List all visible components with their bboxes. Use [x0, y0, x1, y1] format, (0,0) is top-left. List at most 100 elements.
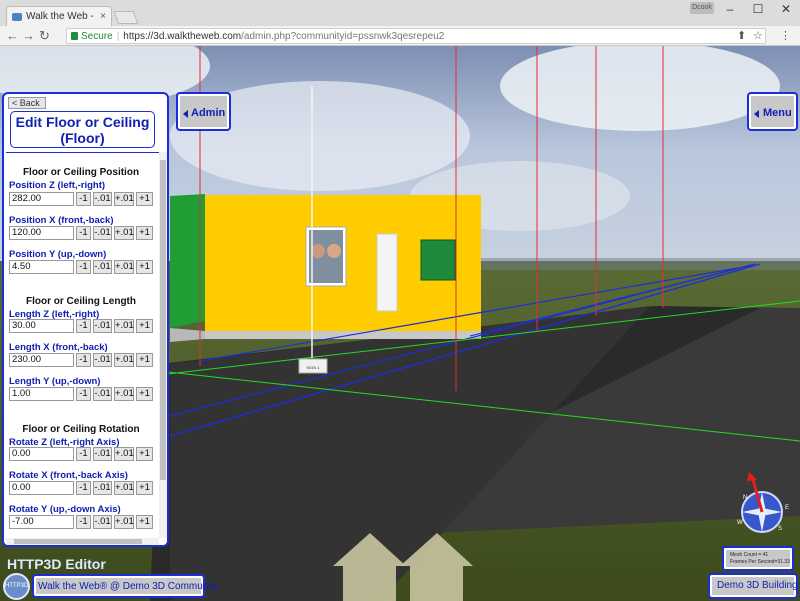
editor-title: HTTP3D Editor: [7, 556, 106, 572]
increment-1-button[interactable]: +1: [136, 515, 153, 529]
picture-face: [311, 244, 325, 258]
admin-button[interactable]: Admin: [176, 92, 231, 131]
decrement-1-button[interactable]: -1: [76, 260, 91, 274]
rotate-y-input[interactable]: -7.00: [9, 515, 74, 529]
url-separator: |: [116, 30, 120, 42]
url-path: /admin.php?communityid=pssnwk3qesrepeu2: [241, 30, 445, 42]
position-y-input[interactable]: 4.50: [9, 260, 74, 274]
position-z-input[interactable]: 282.00: [9, 192, 74, 206]
decrement-001-button[interactable]: -.01: [93, 319, 112, 333]
extension-icon[interactable]: ⬆: [737, 29, 746, 42]
profile-badge[interactable]: Dcook: [690, 2, 714, 14]
minimize-icon[interactable]: –: [716, 0, 744, 18]
decrement-001-button[interactable]: -.01: [93, 226, 112, 240]
decrement-001-button[interactable]: -.01: [93, 260, 112, 274]
increment-1-button[interactable]: +1: [136, 260, 153, 274]
decrement-001-button[interactable]: -.01: [93, 481, 112, 495]
admin-button-label: Admin: [191, 107, 226, 119]
community-button[interactable]: Walk the Web® @ Demo 3D Community: [32, 574, 218, 598]
url-input[interactable]: Secure | https://3d.walktheweb.com/admin…: [66, 28, 766, 44]
chevron-left-icon: [754, 110, 759, 118]
tab-close-icon[interactable]: ×: [100, 11, 106, 22]
building-window: [420, 239, 456, 281]
panel-horizontal-scrollbar[interactable]: [6, 538, 159, 545]
decrement-1-button[interactable]: -1: [76, 515, 91, 529]
lock-icon: [71, 32, 78, 40]
section-heading-rotation: Floor or Ceiling Rotation: [22, 424, 140, 435]
increment-001-button[interactable]: +.01: [114, 353, 134, 367]
close-window-icon[interactable]: ✕: [772, 0, 800, 18]
http3d-logo[interactable]: HTTP3D: [3, 573, 30, 600]
increment-001-button[interactable]: +.01: [114, 481, 134, 495]
demo-building-label: Demo 3D Building: [717, 580, 798, 591]
field-label-rotate-x: Rotate X (front,-back Axis): [9, 470, 128, 481]
length-z-input[interactable]: 30.00: [9, 319, 74, 333]
increment-001-button[interactable]: +.01: [114, 260, 134, 274]
decrement-001-button[interactable]: -.01: [93, 387, 112, 401]
field-row-length-x: 230.00 -1 -.01 +.01 +1: [9, 353, 153, 367]
increment-001-button[interactable]: +.01: [114, 515, 134, 529]
browser-tab-title: Walk the Web - 3D Buildi: [26, 11, 97, 22]
length-x-input[interactable]: 230.00: [9, 353, 74, 367]
menu-button[interactable]: Menu: [747, 92, 798, 131]
field-row-position-z: 282.00 -1 -.01 +.01 +1: [9, 192, 153, 206]
increment-1-button[interactable]: +1: [136, 387, 153, 401]
length-y-input[interactable]: 1.00: [9, 387, 74, 401]
decrement-1-button[interactable]: -1: [76, 353, 91, 367]
forward-arrow-icon[interactable]: →: [22, 28, 35, 44]
back-button[interactable]: < Back: [8, 97, 46, 109]
increment-1-button[interactable]: +1: [136, 481, 153, 495]
decrement-001-button[interactable]: -.01: [93, 192, 112, 206]
field-row-position-x: 120.00 -1 -.01 +.01 +1: [9, 226, 153, 240]
decrement-001-button[interactable]: -.01: [93, 447, 112, 461]
browser-tab[interactable]: Walk the Web - 3D Buildi ×: [6, 6, 112, 26]
panel-title: Edit Floor or Ceiling (Floor): [10, 111, 155, 148]
decrement-1-button[interactable]: -1: [76, 481, 91, 495]
field-label-length-x: Length X (front,-back): [9, 342, 108, 353]
decrement-1-button[interactable]: -1: [76, 447, 91, 461]
field-row-rotate-y: -7.00 -1 -.01 +.01 +1: [9, 515, 153, 529]
increment-1-button[interactable]: +1: [136, 226, 153, 240]
rotate-x-input[interactable]: 0.00: [9, 481, 74, 495]
compass-s-label: S: [778, 526, 782, 532]
scrollbar-thumb[interactable]: [160, 160, 166, 480]
field-row-position-y: 4.50 -1 -.01 +.01 +1: [9, 260, 153, 274]
decrement-001-button[interactable]: -.01: [93, 353, 112, 367]
back-arrow-icon[interactable]: ←: [6, 28, 19, 44]
security-label: Secure: [81, 30, 113, 42]
compass-e-label: E: [785, 505, 789, 511]
maximize-icon[interactable]: ☐: [744, 0, 772, 18]
browser-menu-icon[interactable]: ⋮: [780, 29, 791, 42]
field-label-length-y: Length Y (up,-down): [9, 376, 101, 387]
rotate-z-input[interactable]: 0.00: [9, 447, 74, 461]
increment-001-button[interactable]: +.01: [114, 319, 134, 333]
bookmark-star-icon[interactable]: ☆: [753, 29, 763, 42]
increment-001-button[interactable]: +.01: [114, 387, 134, 401]
increment-001-button[interactable]: +.01: [114, 226, 134, 240]
field-row-length-y: 1.00 -1 -.01 +.01 +1: [9, 387, 153, 401]
section-heading-position: Floor or Ceiling Position: [22, 167, 140, 178]
increment-1-button[interactable]: +1: [136, 447, 153, 461]
decrement-001-button[interactable]: -.01: [93, 515, 112, 529]
decrement-1-button[interactable]: -1: [76, 226, 91, 240]
increment-001-button[interactable]: +.01: [114, 447, 134, 461]
site-favicon-icon: [12, 12, 22, 21]
community-label: Walk the Web® @ Demo 3D Community: [38, 581, 219, 592]
field-row-rotate-z: 0.00 -1 -.01 +.01 +1: [9, 447, 153, 461]
increment-1-button[interactable]: +1: [136, 353, 153, 367]
field-label-rotate-y: Rotate Y (up,-down Axis): [9, 504, 121, 515]
reload-icon[interactable]: ↻: [39, 28, 50, 44]
increment-1-button[interactable]: +1: [136, 319, 153, 333]
new-tab-button[interactable]: [113, 11, 139, 24]
panel-vertical-scrollbar[interactable]: [159, 152, 167, 538]
scrollbar-thumb[interactable]: [14, 539, 142, 544]
increment-1-button[interactable]: +1: [136, 192, 153, 206]
decrement-1-button[interactable]: -1: [76, 319, 91, 333]
field-label-position-y: Position Y (up,-down): [9, 249, 107, 260]
distant-water: [480, 258, 800, 270]
increment-001-button[interactable]: +.01: [114, 192, 134, 206]
position-x-input[interactable]: 120.00: [9, 226, 74, 240]
decrement-1-button[interactable]: -1: [76, 387, 91, 401]
demo-building-button[interactable]: Demo 3D Building: [708, 573, 798, 599]
decrement-1-button[interactable]: -1: [76, 192, 91, 206]
